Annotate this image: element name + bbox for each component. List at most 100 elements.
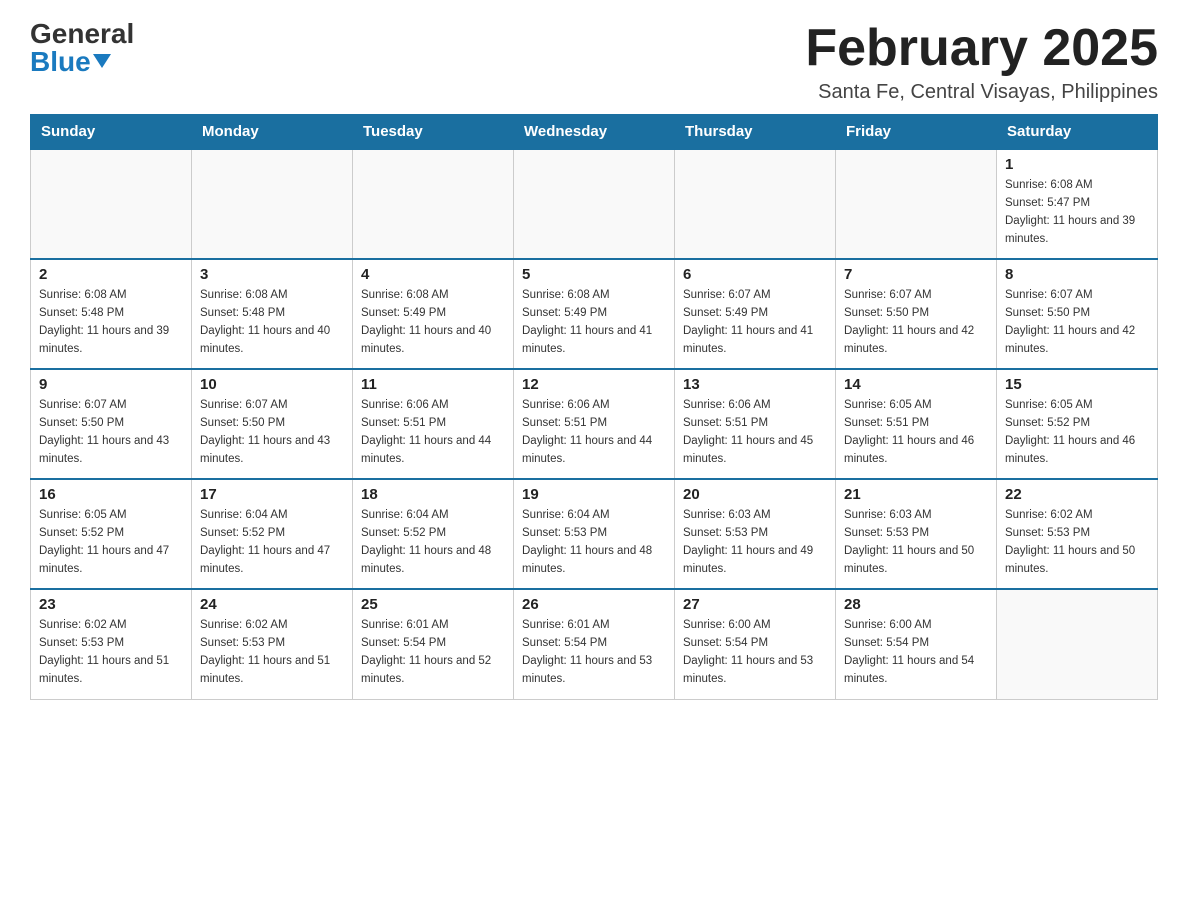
sunrise-text: Sunrise: 6:06 AM [683,397,827,415]
sunrise-text: Sunrise: 6:05 AM [844,397,988,415]
header-tuesday: Tuesday [353,115,514,150]
table-row: 4Sunrise: 6:08 AMSunset: 5:49 PMDaylight… [353,259,514,369]
calendar-header-row: Sunday Monday Tuesday Wednesday Thursday… [31,115,1158,150]
header-saturday: Saturday [997,115,1158,150]
table-row: 16Sunrise: 6:05 AMSunset: 5:52 PMDayligh… [31,479,192,589]
sunset-text: Sunset: 5:53 PM [1005,525,1149,543]
table-row: 15Sunrise: 6:05 AMSunset: 5:52 PMDayligh… [997,369,1158,479]
daylight-text: Daylight: 11 hours and 48 minutes. [361,543,505,579]
day-info: Sunrise: 6:02 AMSunset: 5:53 PMDaylight:… [39,617,183,688]
table-row: 21 Sunrise: 6:03 AMSunset: 5:53 PMDayligh… [836,479,997,589]
table-row: 23 Sunrise: 6:02 AMSunset: 5:53 PMDayligh… [31,589,192,699]
day-number: 2 [39,266,183,283]
sunrise-text: Sunrise: 6:03 AM [844,507,988,525]
day-number: 16 [39,486,183,503]
calendar-week-row: 1Sunrise: 6:08 AMSunset: 5:47 PMDaylight… [31,149,1158,259]
daylight-text: Daylight: 11 hours and 52 minutes. [361,653,505,689]
daylight-text: Daylight: 11 hours and 40 minutes. [200,323,344,359]
sunset-text: Sunset: 5:48 PM [200,305,344,323]
month-title: February 2025 [805,20,1158,77]
day-info: Sunrise: 6:04 AMSunset: 5:52 PMDaylight:… [200,507,344,578]
day-number: 3 [200,266,344,283]
table-row: 8Sunrise: 6:07 AMSunset: 5:50 PMDaylight… [997,259,1158,369]
daylight-text: Daylight: 11 hours and 50 minutes. [1005,543,1149,579]
table-row: 14Sunrise: 6:05 AMSunset: 5:51 PMDayligh… [836,369,997,479]
daylight-text: Daylight: 11 hours and 46 minutes. [1005,433,1149,469]
sunrise-text: Sunrise: 6:06 AM [361,397,505,415]
sunrise-text: Sunrise: 6:02 AM [1005,507,1149,525]
calendar-table: Sunday Monday Tuesday Wednesday Thursday… [30,114,1158,700]
day-number: 15 [1005,376,1149,393]
table-row: 25Sunrise: 6:01 AMSunset: 5:54 PMDayligh… [353,589,514,699]
day-number: 23 [39,596,183,613]
day-info: Sunrise: 6:03 AMSunset: 5:53 PMDaylight:… [844,507,988,578]
day-info: Sunrise: 6:06 AMSunset: 5:51 PMDaylight:… [683,397,827,468]
daylight-text: Daylight: 11 hours and 42 minutes. [844,323,988,359]
header-wednesday: Wednesday [514,115,675,150]
sunrise-text: Sunrise: 6:08 AM [200,287,344,305]
sunrise-text: Sunrise: 6:05 AM [39,507,183,525]
sunrise-text: Sunrise: 6:07 AM [39,397,183,415]
table-row: 19Sunrise: 6:04 AMSunset: 5:53 PMDayligh… [514,479,675,589]
table-row: 20 Sunrise: 6:03 AMSunset: 5:53 PMDayligh… [675,479,836,589]
day-info: Sunrise: 6:00 AMSunset: 5:54 PMDaylight:… [683,617,827,688]
logo-blue: Blue [30,48,134,76]
daylight-text: Daylight: 11 hours and 44 minutes. [361,433,505,469]
table-row: 6Sunrise: 6:07 AMSunset: 5:49 PMDaylight… [675,259,836,369]
day-info: Sunrise: 6:08 AMSunset: 5:48 PMDaylight:… [200,287,344,358]
day-number: 6 [683,266,827,283]
logo-triangle-icon [93,54,111,68]
sunrise-text: Sunrise: 6:03 AM [683,507,827,525]
daylight-text: Daylight: 11 hours and 46 minutes. [844,433,988,469]
table-row: 27Sunrise: 6:00 AMSunset: 5:54 PMDayligh… [675,589,836,699]
day-number: 21 [844,486,988,503]
daylight-text: Daylight: 11 hours and 47 minutes. [39,543,183,579]
day-number: 26 [522,596,666,613]
table-row: 18Sunrise: 6:04 AMSunset: 5:52 PMDayligh… [353,479,514,589]
sunrise-text: Sunrise: 6:01 AM [522,617,666,635]
table-row: 2Sunrise: 6:08 AMSunset: 5:48 PMDaylight… [31,259,192,369]
day-number: 10 [200,376,344,393]
day-info: Sunrise: 6:01 AMSunset: 5:54 PMDaylight:… [361,617,505,688]
sunset-text: Sunset: 5:49 PM [522,305,666,323]
header-sunday: Sunday [31,115,192,150]
table-row: 10 Sunrise: 6:07 AMSunset: 5:50 PMDayligh… [192,369,353,479]
sunset-text: Sunset: 5:54 PM [683,635,827,653]
calendar-week-row: 23 Sunrise: 6:02 AMSunset: 5:53 PMDayligh… [31,589,1158,699]
day-info: Sunrise: 6:07 AMSunset: 5:50 PMDaylight:… [200,397,344,468]
page-header: General Blue February 2025 Santa Fe, Cen… [30,20,1158,104]
table-row: 22Sunrise: 6:02 AMSunset: 5:53 PMDayligh… [997,479,1158,589]
sunrise-text: Sunrise: 6:00 AM [683,617,827,635]
sunrise-text: Sunrise: 6:04 AM [361,507,505,525]
sunrise-text: Sunrise: 6:04 AM [522,507,666,525]
calendar-week-row: 2Sunrise: 6:08 AMSunset: 5:48 PMDaylight… [31,259,1158,369]
sunset-text: Sunset: 5:52 PM [200,525,344,543]
table-row: 5Sunrise: 6:08 AMSunset: 5:49 PMDaylight… [514,259,675,369]
table-row [514,149,675,259]
daylight-text: Daylight: 11 hours and 39 minutes. [39,323,183,359]
daylight-text: Daylight: 11 hours and 53 minutes. [522,653,666,689]
day-number: 1 [1005,156,1149,173]
table-row [353,149,514,259]
sunset-text: Sunset: 5:53 PM [39,635,183,653]
daylight-text: Daylight: 11 hours and 51 minutes. [200,653,344,689]
sunset-text: Sunset: 5:50 PM [1005,305,1149,323]
day-info: Sunrise: 6:07 AMSunset: 5:50 PMDaylight:… [844,287,988,358]
sunset-text: Sunset: 5:54 PM [522,635,666,653]
day-info: Sunrise: 6:04 AMSunset: 5:53 PMDaylight:… [522,507,666,578]
table-row: 13Sunrise: 6:06 AMSunset: 5:51 PMDayligh… [675,369,836,479]
table-row: 9Sunrise: 6:07 AMSunset: 5:50 PMDaylight… [31,369,192,479]
day-info: Sunrise: 6:03 AMSunset: 5:53 PMDaylight:… [683,507,827,578]
day-number: 20 [683,486,827,503]
table-row [675,149,836,259]
sunset-text: Sunset: 5:49 PM [683,305,827,323]
day-number: 5 [522,266,666,283]
header-thursday: Thursday [675,115,836,150]
logo: General Blue [30,20,134,76]
sunset-text: Sunset: 5:50 PM [844,305,988,323]
daylight-text: Daylight: 11 hours and 43 minutes. [200,433,344,469]
day-info: Sunrise: 6:01 AMSunset: 5:54 PMDaylight:… [522,617,666,688]
day-number: 11 [361,376,505,393]
sunrise-text: Sunrise: 6:08 AM [1005,177,1149,195]
day-info: Sunrise: 6:07 AMSunset: 5:50 PMDaylight:… [39,397,183,468]
